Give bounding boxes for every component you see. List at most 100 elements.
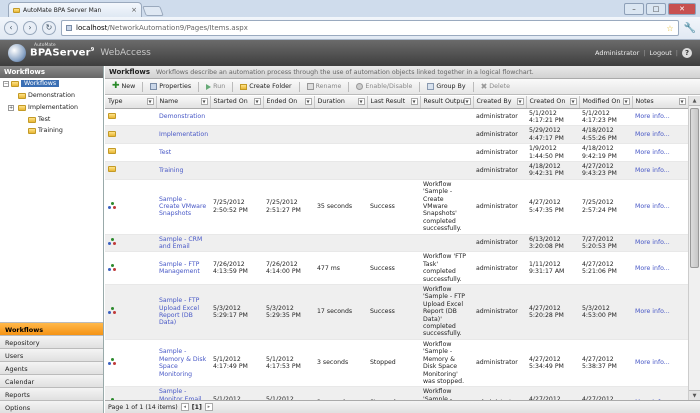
prev-page-icon[interactable]: ◂ (180, 403, 189, 411)
filter-dropdown-icon[interactable]: ▼ (410, 98, 418, 105)
column-header-started-on[interactable]: Started On ▼ (210, 96, 264, 109)
filter-dropdown-icon[interactable]: ▼ (622, 98, 630, 105)
nav-options[interactable]: Options (0, 400, 103, 413)
more-info-link[interactable]: More info... (635, 131, 670, 138)
column-header-name[interactable]: Name ▼ (156, 96, 211, 109)
cell-notes[interactable]: More info... (632, 284, 688, 340)
run-button[interactable]: Run (202, 81, 229, 93)
workflow-name-link[interactable]: Sample - CRM and Email (159, 236, 202, 250)
cell-notes[interactable]: More info... (632, 339, 688, 388)
filter-dropdown-icon[interactable]: ▼ (253, 98, 261, 105)
filter-dropdown-icon[interactable]: ▼ (569, 98, 577, 105)
cell-notes[interactable]: More info... (632, 125, 688, 145)
cell-name[interactable]: Sample - CRM and Email (156, 234, 210, 253)
tree-item-training[interactable]: Training (28, 127, 63, 134)
current-page[interactable]: [1] (192, 404, 202, 411)
cell-name[interactable]: Sample - FTP Management (156, 251, 210, 286)
scroll-thumb[interactable] (690, 108, 699, 268)
back-arrow-icon[interactable]: ‹ (4, 21, 18, 35)
cell-notes[interactable]: More info... (632, 179, 688, 235)
cell-notes[interactable]: More info... (632, 143, 688, 162)
cell-name[interactable]: Sample - Monitor Email and Create AD Use… (156, 386, 210, 400)
tree-item-implementation[interactable]: + Implementation (8, 104, 78, 111)
cell-notes[interactable]: More info... (632, 234, 688, 253)
scroll-up-arrow-icon[interactable]: ▲ (689, 96, 700, 106)
forward-arrow-icon[interactable]: › (23, 21, 37, 35)
nav-agents[interactable]: Agents (0, 361, 103, 374)
new-tab-button[interactable] (142, 6, 164, 16)
cell-notes[interactable]: More info... (632, 108, 688, 127)
more-info-link[interactable]: More info... (635, 239, 670, 246)
column-header-duration[interactable]: Duration ▼ (314, 96, 368, 109)
filter-dropdown-icon[interactable]: ▼ (357, 98, 365, 105)
column-header-created-by[interactable]: Created By ▼ (473, 96, 527, 109)
table-row[interactable]: Implementation administrator 5/29/2012 4:4… (105, 125, 688, 145)
cell-name[interactable]: Implementation (156, 125, 210, 145)
table-row[interactable]: Sample - Memory & Disk Space Monitoring 5… (105, 339, 688, 388)
bookmark-star-icon[interactable]: ☆ (666, 24, 673, 33)
nav-users[interactable]: Users (0, 348, 103, 361)
table-row[interactable]: Test administrator 1/9/2012 1:44:50 PM 4/18… (105, 143, 688, 162)
minimize-button[interactable]: – (624, 3, 644, 15)
workflow-name-link[interactable]: Sample - FTP Management (159, 261, 200, 275)
help-icon[interactable]: ? (682, 48, 692, 58)
cell-name[interactable]: Sample - Memory & Disk Space Monitoring (156, 339, 210, 388)
nav-repository[interactable]: Repository (0, 335, 103, 348)
cell-name[interactable]: Demonstration (156, 108, 210, 127)
filter-dropdown-icon[interactable]: ▼ (463, 98, 471, 105)
column-header-type[interactable]: Type ▼ (105, 96, 157, 109)
more-info-link[interactable]: More info... (635, 113, 670, 120)
cell-notes[interactable]: More info... (632, 161, 688, 180)
column-header-created-on[interactable]: Created On ▼ (526, 96, 580, 109)
tree-item-test[interactable]: Test (28, 116, 50, 123)
new-button[interactable]: ✚ New (108, 81, 139, 93)
rename-button[interactable]: Rename (303, 81, 346, 93)
table-row[interactable]: Sample - FTP Upload Excel Report (DB Dat… (105, 284, 688, 340)
column-header-last-result[interactable]: Last Result ▼ (367, 96, 421, 109)
workflow-name-link[interactable]: Sample - Memory & Disk Space Monitoring (159, 348, 206, 377)
expand-icon[interactable]: + (8, 104, 14, 111)
next-page-icon[interactable]: ▸ (204, 403, 213, 411)
scroll-down-arrow-icon[interactable]: ▼ (689, 390, 700, 400)
create-folder-button[interactable]: Create Folder (236, 81, 295, 93)
workflow-name-link[interactable]: Sample - Create VMware Snapshots (159, 196, 206, 218)
cell-name[interactable]: Test (156, 143, 210, 162)
column-header-result-output[interactable]: Result Output ▼ (420, 96, 474, 109)
close-window-button[interactable]: ✕ (668, 3, 696, 15)
table-row[interactable]: Sample - Create VMware Snapshots 7/25/201… (105, 179, 688, 235)
reload-icon[interactable]: ↻ (42, 21, 56, 35)
grid-scrollbar[interactable]: ▲ ▼ (688, 96, 700, 400)
filter-dropdown-icon[interactable]: ▼ (304, 98, 312, 105)
more-info-link[interactable]: More info... (635, 167, 670, 174)
nav-reports[interactable]: Reports (0, 387, 103, 400)
maximize-button[interactable]: □ (646, 3, 666, 15)
browser-tab[interactable]: AutoMate BPA Server Man × (8, 2, 142, 17)
tab-close-icon[interactable]: × (131, 6, 137, 14)
tree-item-workflows[interactable]: − Workflows (3, 80, 60, 87)
collapse-icon[interactable]: − (3, 80, 9, 87)
table-row[interactable]: Sample - FTP Management 7/26/2012 4:13:59… (105, 251, 688, 286)
workflow-name-link[interactable]: Implementation (159, 131, 208, 138)
nav-calendar[interactable]: Calendar (0, 374, 103, 387)
delete-button[interactable]: ✖ Delete (477, 81, 514, 93)
table-row[interactable]: Sample - Monitor Email and Create AD Use… (105, 386, 688, 400)
table-row[interactable]: Training administrator 4/18/2012 9:42:31 P… (105, 161, 688, 180)
more-info-link[interactable]: More info... (635, 359, 670, 366)
workflow-name-link[interactable]: Test (159, 149, 171, 156)
tree-item-demonstration[interactable]: Demonstration (18, 92, 75, 99)
logout-link[interactable]: Logout (650, 49, 672, 57)
table-row[interactable]: Demonstration administrator 5/1/2012 4:17:… (105, 108, 688, 127)
more-info-link[interactable]: More info... (635, 265, 670, 272)
cell-notes[interactable]: More info... (632, 251, 688, 286)
properties-button[interactable]: Properties (146, 81, 195, 93)
more-info-link[interactable]: More info... (635, 149, 670, 156)
address-bar[interactable]: localhost/NetworkAutomation9/Pages/Items… (61, 20, 679, 36)
cell-name[interactable]: Sample - Create VMware Snapshots (156, 179, 210, 235)
workflow-name-link[interactable]: Sample - Monitor Email and Create AD Use… (159, 388, 204, 400)
filter-dropdown-icon[interactable]: ▼ (200, 98, 208, 105)
column-header-ended-on[interactable]: Ended On ▼ (263, 96, 315, 109)
column-header-notes[interactable]: Notes ▼ (632, 96, 689, 109)
filter-dropdown-icon[interactable]: ▼ (146, 98, 154, 105)
nav-workflows[interactable]: Workflows (0, 322, 103, 335)
workflow-name-link[interactable]: Sample - FTP Upload Excel Report (DB Dat… (159, 297, 199, 326)
